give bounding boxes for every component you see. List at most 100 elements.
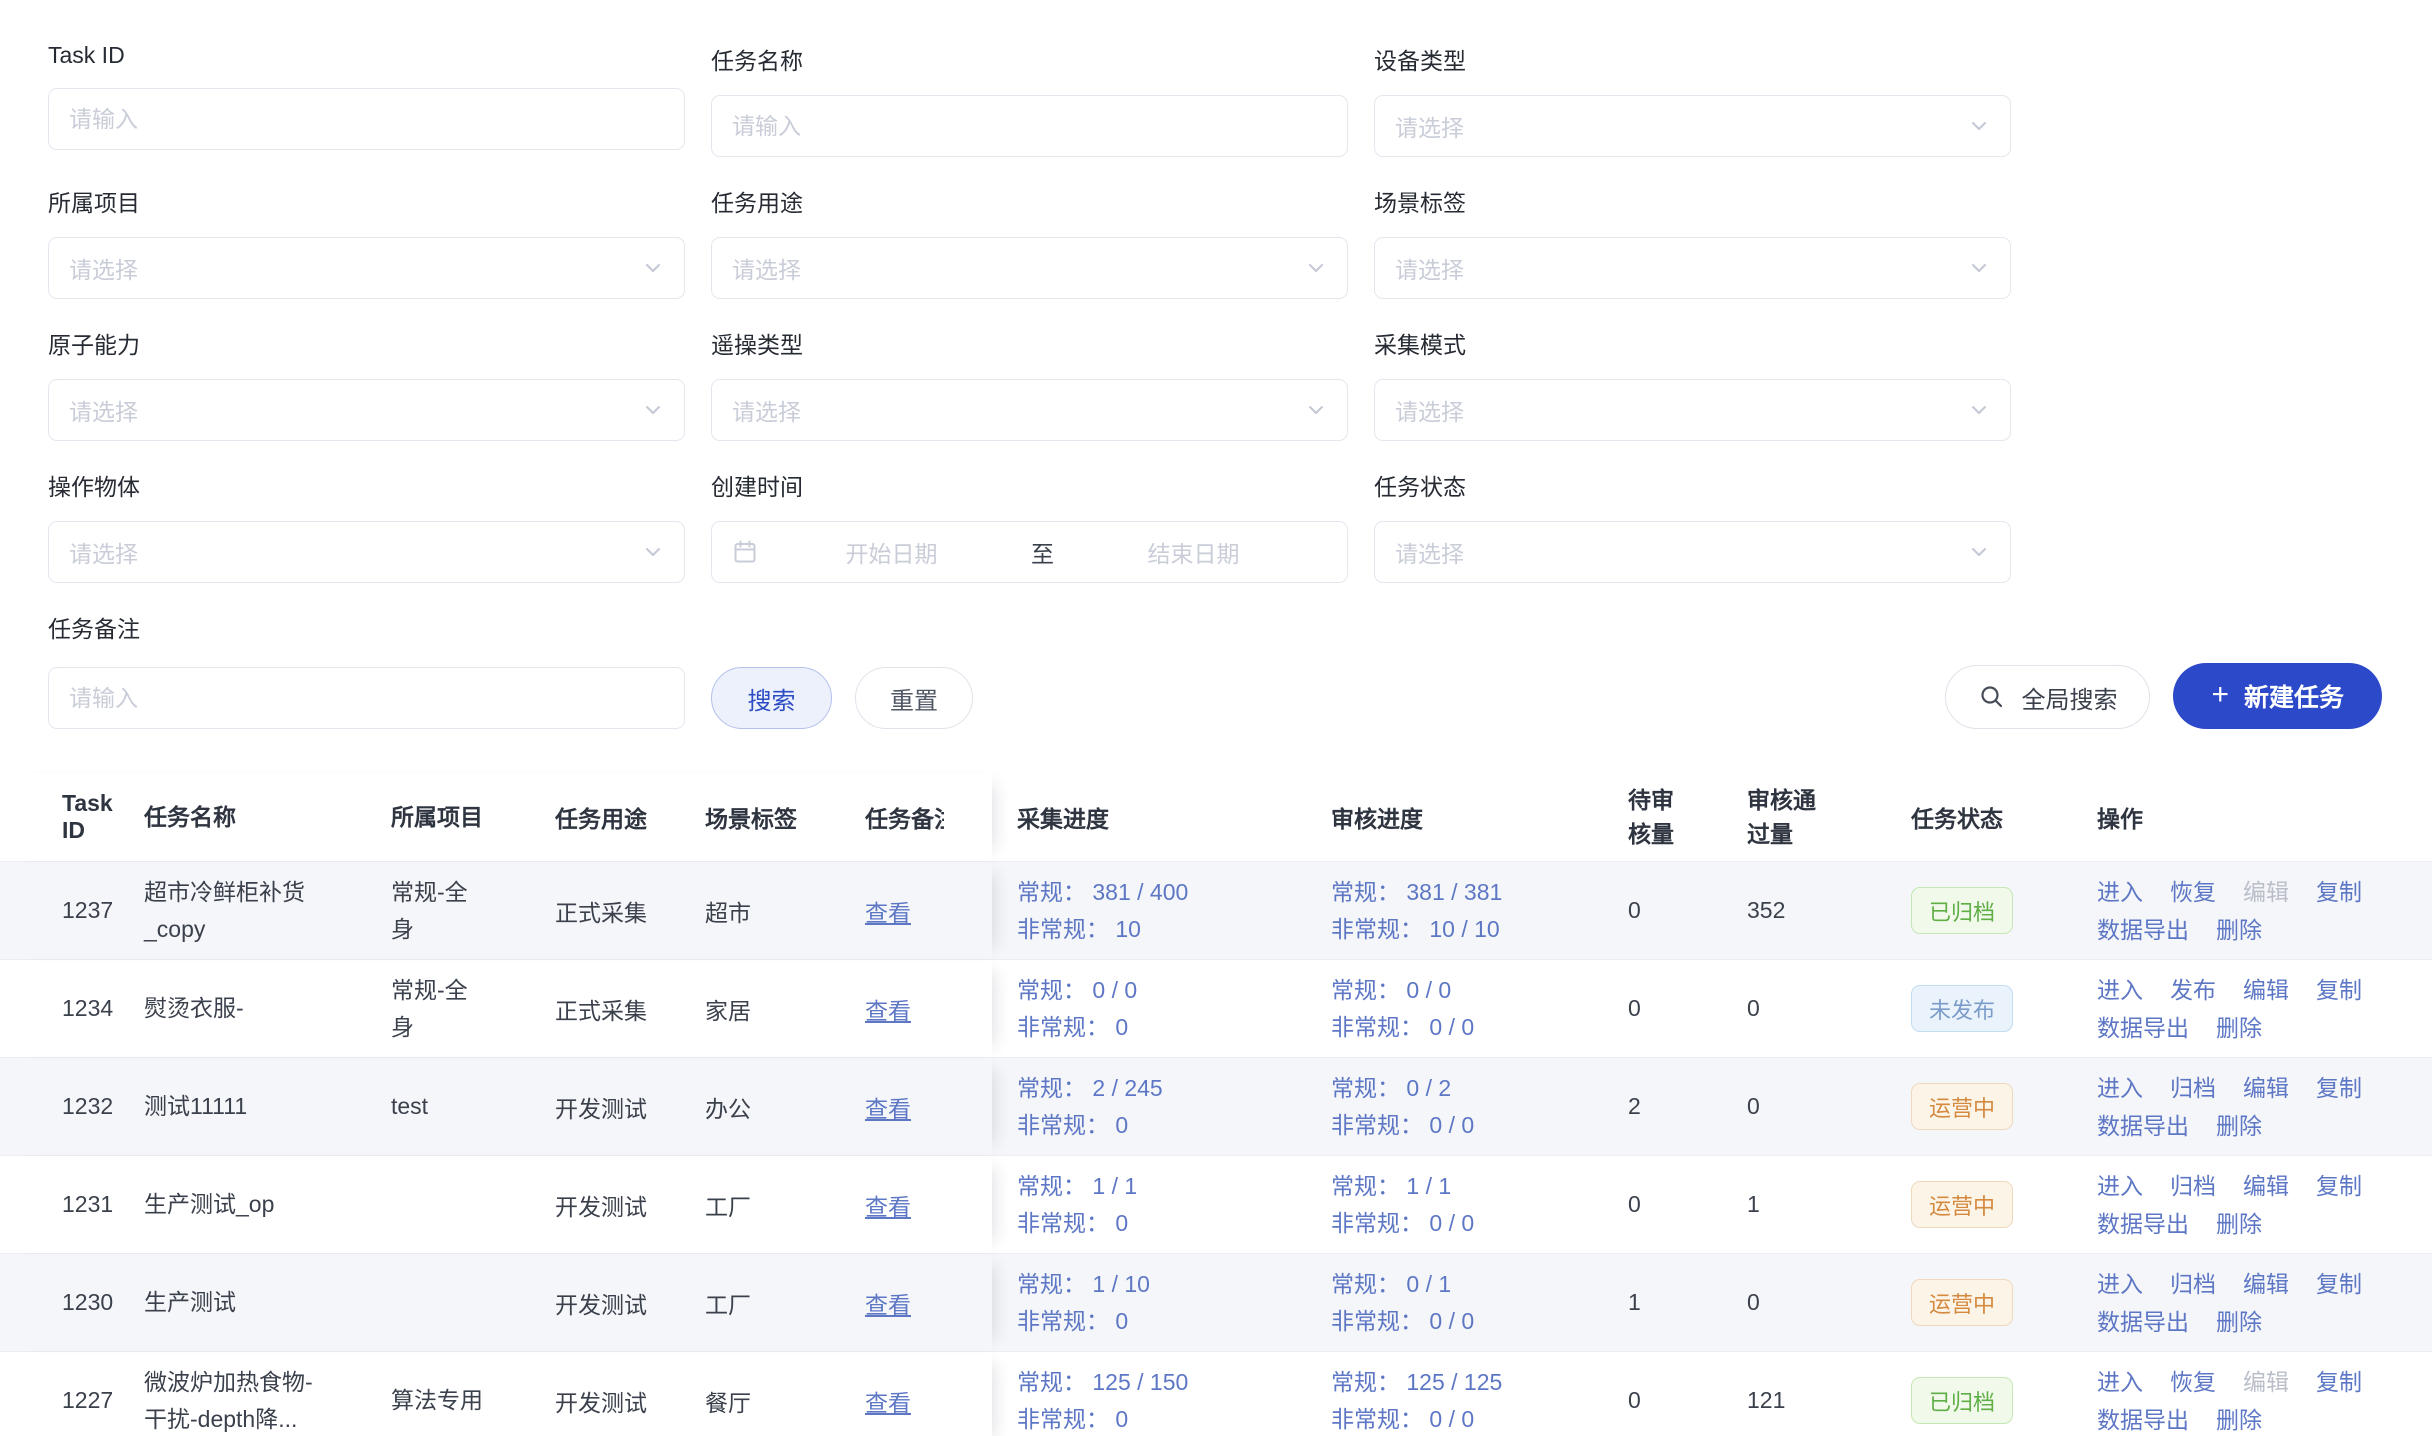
action-link[interactable]: 进入 [2097, 971, 2143, 1009]
status-badge: 运营中 [1911, 1279, 2013, 1326]
action-link[interactable]: 数据导出 [2097, 1401, 2189, 1436]
action-link[interactable]: 数据导出 [2097, 1205, 2189, 1243]
cell-scene: 工厂 [692, 1188, 852, 1222]
header-project: 所属项目 [377, 799, 542, 836]
action-link[interactable]: 复制 [2316, 873, 2362, 911]
view-note-link[interactable]: 查看 [865, 894, 911, 928]
filter-label-note: 任务备注 [48, 610, 2382, 644]
action-link[interactable]: 进入 [2097, 873, 2143, 911]
action-link[interactable]: 发布 [2170, 971, 2216, 1009]
action-link[interactable]: 复制 [2316, 1167, 2362, 1205]
action-link[interactable]: 编辑 [2243, 1069, 2289, 1107]
cell-project: test [377, 1088, 542, 1125]
action-link[interactable]: 数据导出 [2097, 1303, 2189, 1341]
filter-label: 原子能力 [48, 326, 685, 360]
cell-actions: 进入恢复编辑复制数据导出删除 [2057, 873, 2432, 949]
action-link[interactable]: 归档 [2170, 1069, 2216, 1107]
action-link[interactable]: 数据导出 [2097, 1107, 2189, 1145]
action-link[interactable]: 恢复 [2170, 1363, 2216, 1401]
select-placeholder: 请选择 [69, 393, 138, 427]
start-date-placeholder[interactable]: 开始日期 [758, 535, 1025, 569]
action-link[interactable]: 数据导出 [2097, 1009, 2189, 1047]
action-link[interactable]: 归档 [2170, 1167, 2216, 1205]
project-select[interactable]: 请选择 [48, 237, 685, 299]
cell-review-progress: 常规： 1 / 1非常规： 0 / 0 [1301, 1168, 1601, 1242]
filter-object: 操作物体 请选择 [48, 468, 685, 577]
cell-approved-count: 0 [1711, 995, 1861, 1022]
scene-tag-select[interactable]: 请选择 [1374, 237, 2011, 299]
task-id-input[interactable] [69, 106, 664, 133]
action-link[interactable]: 删除 [2216, 1401, 2262, 1436]
search-button[interactable]: 搜索 [711, 667, 832, 729]
cell-project: 常规-全身 [377, 874, 542, 948]
action-link: 编辑 [2243, 873, 2289, 911]
action-link[interactable]: 恢复 [2170, 873, 2216, 911]
device-type-select[interactable]: 请选择 [1374, 95, 2011, 157]
filter-label: Task ID [48, 42, 685, 69]
action-link[interactable]: 编辑 [2243, 971, 2289, 1009]
cell-task-name: 生产测试 [134, 1284, 377, 1321]
action-link[interactable]: 归档 [2170, 1265, 2216, 1303]
cell-scene: 家居 [692, 992, 852, 1026]
action-link[interactable]: 进入 [2097, 1167, 2143, 1205]
action-link[interactable]: 删除 [2216, 1107, 2262, 1145]
search-icon [1978, 683, 2006, 711]
status-badge: 运营中 [1911, 1181, 2013, 1228]
cell-task-id: 1234 [0, 995, 134, 1022]
cell-note: 查看 [852, 1286, 944, 1320]
calendar-icon [732, 539, 758, 565]
create-time-range-picker[interactable]: 开始日期 至 结束日期 [711, 521, 1348, 583]
cell-task-name: 测试11111 [134, 1088, 377, 1125]
cell-project: 常规-全身 [377, 972, 542, 1046]
action-link[interactable]: 进入 [2097, 1265, 2143, 1303]
header-collect-progress: 采集进度 [992, 800, 1301, 834]
view-note-link[interactable]: 查看 [865, 1090, 911, 1124]
cell-approved-count: 0 [1711, 1289, 1861, 1316]
action-link[interactable]: 删除 [2216, 1009, 2262, 1047]
cell-pending-count: 1 [1601, 1289, 1711, 1316]
end-date-placeholder[interactable]: 结束日期 [1060, 535, 1327, 569]
action-link[interactable]: 复制 [2316, 1363, 2362, 1401]
task-status-select[interactable]: 请选择 [1374, 521, 2011, 583]
action-link[interactable]: 进入 [2097, 1363, 2143, 1401]
select-placeholder: 请选择 [1395, 535, 1464, 569]
action-link[interactable]: 删除 [2216, 1303, 2262, 1341]
view-note-link[interactable]: 查看 [865, 1384, 911, 1418]
object-select[interactable]: 请选择 [48, 521, 685, 583]
cell-task-status: 未发布 [1861, 985, 2057, 1032]
cell-pending-count: 0 [1601, 897, 1711, 924]
action-link[interactable]: 复制 [2316, 971, 2362, 1009]
action-link[interactable]: 数据导出 [2097, 911, 2189, 949]
select-placeholder: 请选择 [1395, 393, 1464, 427]
view-note-link[interactable]: 查看 [865, 992, 911, 1026]
global-search-label: 全局搜索 [2021, 680, 2117, 715]
collect-mode-select[interactable]: 请选择 [1374, 379, 2011, 441]
task-name-input[interactable] [732, 113, 1327, 140]
cell-project: 算法专用 [377, 1382, 542, 1419]
filter-scene-tag: 场景标签 请选择 [1374, 184, 2011, 293]
filter-label: 采集模式 [1374, 326, 2011, 360]
view-note-link[interactable]: 查看 [865, 1188, 911, 1222]
create-task-button[interactable]: + 新建任务 [2173, 663, 2382, 729]
task-note-input[interactable] [69, 685, 664, 712]
action-link[interactable]: 进入 [2097, 1069, 2143, 1107]
filter-label: 任务名称 [711, 42, 1348, 76]
status-badge: 已归档 [1911, 1377, 2013, 1424]
global-search-button[interactable]: 全局搜索 [1945, 665, 2150, 729]
status-badge: 已归档 [1911, 887, 2013, 934]
cell-pending-count: 2 [1601, 1093, 1711, 1120]
filter-label: 创建时间 [711, 468, 1348, 502]
reset-button[interactable]: 重置 [855, 667, 973, 729]
view-note-link[interactable]: 查看 [865, 1286, 911, 1320]
atomic-ability-select[interactable]: 请选择 [48, 379, 685, 441]
purpose-select[interactable]: 请选择 [711, 237, 1348, 299]
teleop-type-select[interactable]: 请选择 [711, 379, 1348, 441]
cell-collect-progress: 常规： 125 / 150非常规： 0 [992, 1364, 1301, 1436]
action-link[interactable]: 复制 [2316, 1069, 2362, 1107]
filter-atomic-ability: 原子能力 请选择 [48, 326, 685, 435]
action-link[interactable]: 删除 [2216, 1205, 2262, 1243]
action-link[interactable]: 编辑 [2243, 1167, 2289, 1205]
action-link[interactable]: 复制 [2316, 1265, 2362, 1303]
action-link[interactable]: 编辑 [2243, 1265, 2289, 1303]
action-link[interactable]: 删除 [2216, 911, 2262, 949]
